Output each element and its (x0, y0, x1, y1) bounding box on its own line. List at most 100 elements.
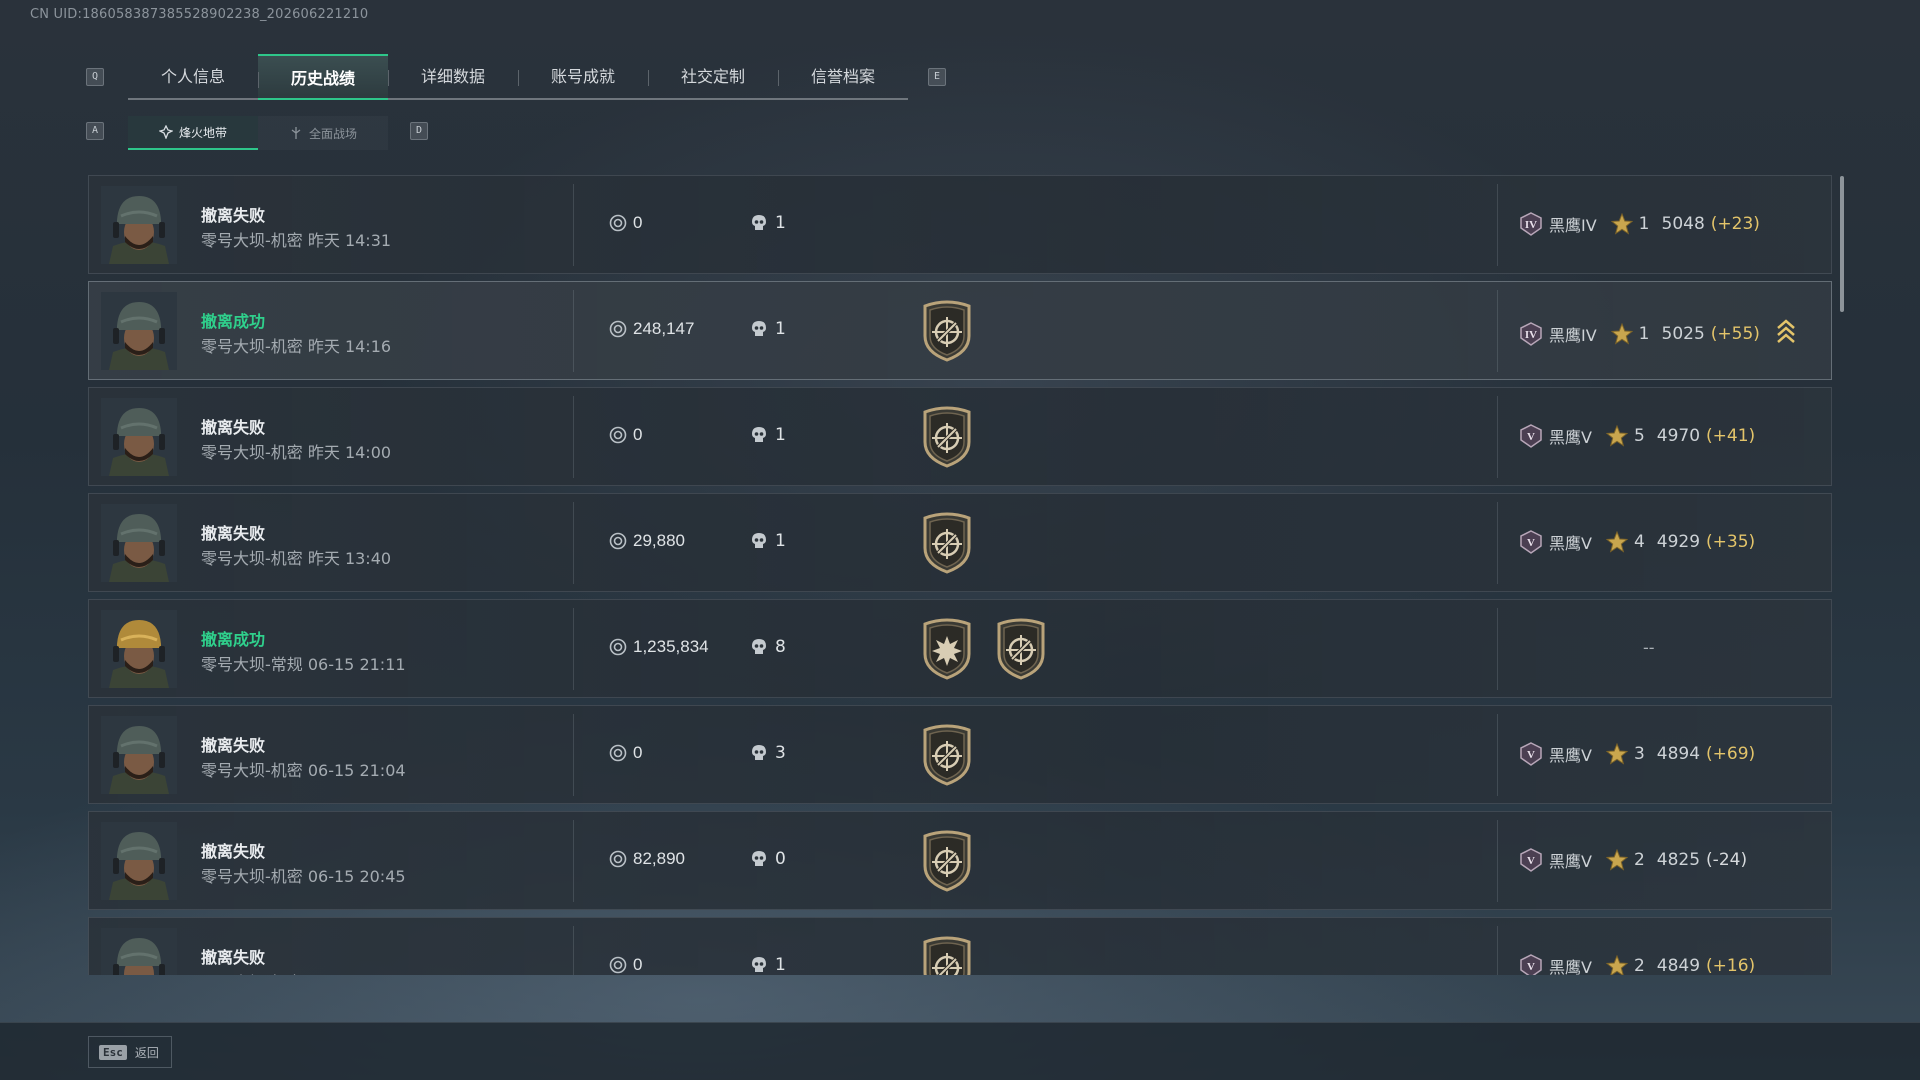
kill-count-value: 0 (775, 849, 786, 869)
rank-up-indicator (1776, 318, 1796, 349)
subtab-battlefield-label: 全面战场 (308, 126, 357, 141)
crosshair-badge-icon[interactable] (919, 300, 975, 362)
extraction-status: 撤离失败 (201, 524, 266, 543)
operator-avatar-icon (101, 292, 177, 370)
explosion-badge-icon[interactable] (919, 618, 975, 680)
crosshair-badge-icon[interactable] (919, 830, 975, 892)
operator-avatar-icon (101, 186, 177, 264)
match-badges (919, 936, 975, 975)
loot-value-amount: 248,147 (633, 319, 695, 338)
tab-detailed-data[interactable]: 详细数据 (388, 54, 518, 98)
match-badges (919, 830, 975, 892)
match-record-row[interactable]: 撤离失败 零号大坝-机密 昨天 14:31 0 1 IV 黑鹰IV 1 5048… (88, 175, 1832, 274)
kill-count-value: 3 (775, 743, 786, 763)
black-hawk-rank-icon: V (1520, 530, 1542, 554)
rank-score: 4929 (1656, 532, 1701, 552)
map-and-time: 零号大坝-机密 06-15 20:18 (201, 969, 406, 975)
rank-name: 黑鹰V (1549, 534, 1592, 553)
loot-value-amount: 0 (633, 425, 643, 444)
column-divider (573, 714, 574, 796)
match-record-row[interactable]: 撤离失败 零号大坝-机密 昨天 13:40 29,880 1 V 黑鹰V 4 4… (88, 493, 1832, 592)
operator-avatar-icon (101, 928, 177, 975)
rank-stars: 2 (1633, 850, 1645, 870)
currency-coin-icon (609, 426, 627, 444)
match-badges (919, 406, 975, 468)
kill-count: 1 (751, 425, 786, 445)
match-record-row[interactable]: 撤离成功 零号大坝-机密 昨天 14:16 248,147 1 IV 黑鹰IV … (88, 281, 1832, 380)
subtab-fire-zone[interactable]: 烽火地带 (128, 116, 258, 150)
match-record-row[interactable]: 撤离失败 零号大坝-机密 06-15 20:18 0 1 V 黑鹰V 2 484… (88, 917, 1832, 975)
esc-key-hint: Esc (99, 1044, 127, 1060)
currency-coin-icon (609, 744, 627, 762)
rank-info: V 黑鹰V 3 4894 (+69) (1519, 742, 1755, 766)
back-button[interactable]: Esc 返回 (88, 1036, 172, 1068)
rank-info: V 黑鹰V 2 4825 (-24) (1519, 848, 1747, 872)
column-divider (1497, 926, 1498, 975)
map-and-time: 零号大坝-机密 昨天 14:00 (201, 443, 392, 462)
rank-name: 黑鹰IV (1549, 216, 1597, 235)
loot-value: 248,147 (609, 319, 694, 339)
tab-personal-info[interactable]: 个人信息 (128, 54, 258, 98)
battlefield-icon (291, 127, 301, 139)
rank-stars: 5 (1633, 426, 1645, 446)
column-divider (1497, 290, 1498, 372)
key-hint-next-subtab: D (410, 122, 428, 140)
black-hawk-rank-icon: IV (1520, 212, 1542, 236)
map-and-time: 零号大坝-机密 昨天 14:16 (201, 337, 392, 356)
tab-achievements[interactable]: 账号成就 (518, 54, 648, 98)
kill-skull-icon (752, 533, 766, 548)
kill-skull-icon (752, 639, 766, 654)
match-record-row[interactable]: 撤离失败 零号大坝-机密 昨天 14:00 0 1 V 黑鹰V 5 4970 (+… (88, 387, 1832, 486)
star-icon (1605, 425, 1628, 447)
extraction-status: 撤离失败 (201, 842, 266, 861)
crosshair-badge-icon[interactable] (993, 618, 1049, 680)
black-hawk-rank-icon: V (1520, 424, 1542, 448)
loot-value-amount: 29,880 (633, 531, 685, 550)
svg-text:V: V (1527, 961, 1535, 973)
black-hawk-rank-icon: V (1520, 954, 1542, 975)
match-badges (919, 300, 975, 362)
rank-info: V 黑鹰V 2 4849 (+16) (1519, 954, 1755, 975)
tab-match-history[interactable]: 历史战绩 (258, 54, 388, 100)
crosshair-badge-icon[interactable] (919, 936, 975, 975)
no-rank-placeholder: -- (1643, 638, 1655, 657)
tab-reputation[interactable]: 信誉档案 (778, 54, 908, 98)
crosshair-badge-icon[interactable] (919, 724, 975, 786)
rank-score: 4970 (1656, 426, 1701, 446)
match-record-row[interactable]: 撤离失败 零号大坝-机密 06-15 20:45 82,890 0 V 黑鹰V … (88, 811, 1832, 910)
column-divider (573, 396, 574, 478)
match-badges (919, 724, 975, 786)
column-divider (1497, 184, 1498, 266)
kill-count-value: 1 (775, 955, 786, 975)
tab-social[interactable]: 社交定制 (648, 54, 778, 98)
map-and-time: 零号大坝-常规 06-15 21:11 (201, 655, 406, 674)
kill-skull-icon (752, 427, 766, 442)
crosshair-badge-icon[interactable] (919, 512, 975, 574)
kill-count-value: 8 (775, 637, 786, 657)
rank-name: 黑鹰V (1549, 746, 1592, 765)
rank-score: 4849 (1656, 956, 1701, 975)
rank-stars: 1 (1638, 214, 1650, 234)
kill-skull-icon (752, 215, 766, 230)
subtab-battlefield[interactable]: 全面战场 (258, 116, 388, 150)
star-icon (1605, 743, 1628, 765)
map-and-time: 零号大坝-机密 06-15 21:04 (201, 761, 406, 780)
svg-text:V: V (1527, 749, 1535, 761)
black-hawk-rank-icon: V (1520, 742, 1542, 766)
kill-count: 1 (751, 213, 786, 233)
rank-score-delta: (+69) (1706, 744, 1756, 764)
match-record-row[interactable]: 撤离成功 零号大坝-常规 06-15 21:11 1,235,834 8 -- (88, 599, 1832, 698)
rank-stars: 2 (1633, 956, 1645, 975)
loot-value: 1,235,834 (609, 637, 709, 657)
column-divider (1497, 396, 1498, 478)
column-divider (573, 820, 574, 902)
key-hint-prev-subtab: A (86, 122, 104, 140)
currency-coin-icon (609, 956, 627, 974)
rank-score-delta: (+35) (1706, 532, 1756, 552)
list-scrollbar[interactable] (1840, 176, 1844, 312)
crosshair-badge-icon[interactable] (919, 406, 975, 468)
kill-count: 1 (751, 319, 786, 339)
extraction-status: 撤离成功 (201, 312, 266, 331)
operator-avatar-icon (101, 716, 177, 794)
match-record-row[interactable]: 撤离失败 零号大坝-机密 06-15 21:04 0 3 V 黑鹰V 3 489… (88, 705, 1832, 804)
